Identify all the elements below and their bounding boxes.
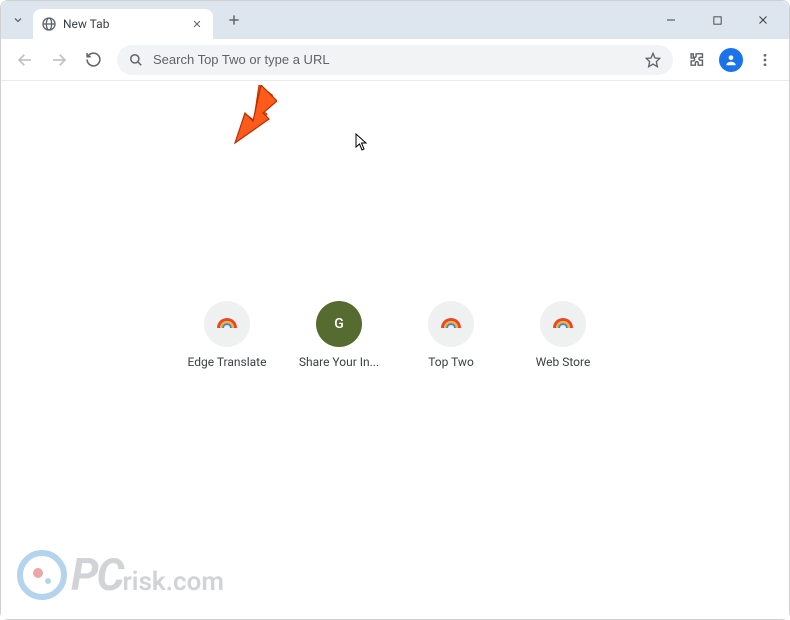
minimize-button[interactable] (651, 5, 691, 35)
chevron-down-icon (12, 14, 24, 26)
close-icon (757, 14, 769, 26)
bookmark-button[interactable] (645, 52, 661, 68)
puzzle-icon (689, 51, 706, 68)
address-bar[interactable] (117, 45, 673, 75)
rainbow-icon (553, 318, 573, 330)
shortcut-label: Edge Translate (188, 355, 267, 369)
forward-button[interactable] (43, 44, 75, 76)
shortcut-label: Web Store (536, 355, 591, 369)
new-tab-page: Edge Translate G Share Your In... Top Tw… (1, 81, 789, 619)
close-window-button[interactable] (743, 5, 783, 35)
plus-icon (227, 13, 241, 27)
watermark-bubble-icon (17, 550, 67, 600)
rainbow-icon (441, 318, 461, 330)
mouse-cursor-icon (355, 133, 369, 151)
watermark-rest: risk.com (122, 567, 223, 597)
close-icon (192, 19, 202, 29)
shortcut-circle (204, 301, 250, 347)
profile-button[interactable] (719, 48, 743, 72)
arrow-right-icon (50, 51, 68, 69)
search-icon (129, 53, 143, 67)
window-controls (651, 5, 783, 35)
shortcut-letter: G (334, 316, 344, 332)
new-tab-button[interactable] (221, 7, 247, 33)
person-icon (724, 53, 738, 67)
browser-tab[interactable]: New Tab (33, 9, 213, 39)
watermark-logo: PCrisk.com (17, 549, 224, 601)
rainbow-icon (217, 318, 237, 330)
globe-icon (41, 16, 57, 32)
watermark-first: PC (71, 549, 122, 601)
back-button[interactable] (9, 44, 41, 76)
shortcut-label: Top Two (428, 355, 474, 369)
arrow-left-icon (16, 51, 34, 69)
star-icon (645, 52, 661, 68)
extensions-button[interactable] (681, 44, 713, 76)
maximize-button[interactable] (697, 5, 737, 35)
tab-close-button[interactable] (189, 16, 205, 32)
shortcut-circle (428, 301, 474, 347)
toolbar (1, 39, 789, 81)
shortcut-label: Share Your In... (299, 355, 379, 369)
minimize-icon (665, 14, 677, 26)
menu-button[interactable] (749, 44, 781, 76)
shortcut-edge-translate[interactable]: Edge Translate (183, 301, 271, 369)
maximize-icon (712, 15, 723, 26)
omnibox-input[interactable] (153, 52, 645, 67)
tab-title: New Tab (63, 17, 189, 31)
kebab-menu-icon (757, 52, 773, 68)
shortcut-circle (540, 301, 586, 347)
shortcut-top-two[interactable]: Top Two (407, 301, 495, 369)
shortcut-share-your-internet[interactable]: G Share Your In... (295, 301, 383, 369)
reload-button[interactable] (77, 44, 109, 76)
annotation-arrow-icon (217, 85, 277, 149)
shortcut-circle: G (316, 301, 362, 347)
titlebar: New Tab (1, 1, 789, 39)
tab-search-button[interactable] (7, 9, 29, 31)
shortcuts-row: Edge Translate G Share Your In... Top Tw… (183, 301, 607, 369)
reload-icon (85, 51, 102, 68)
shortcut-web-store[interactable]: Web Store (519, 301, 607, 369)
